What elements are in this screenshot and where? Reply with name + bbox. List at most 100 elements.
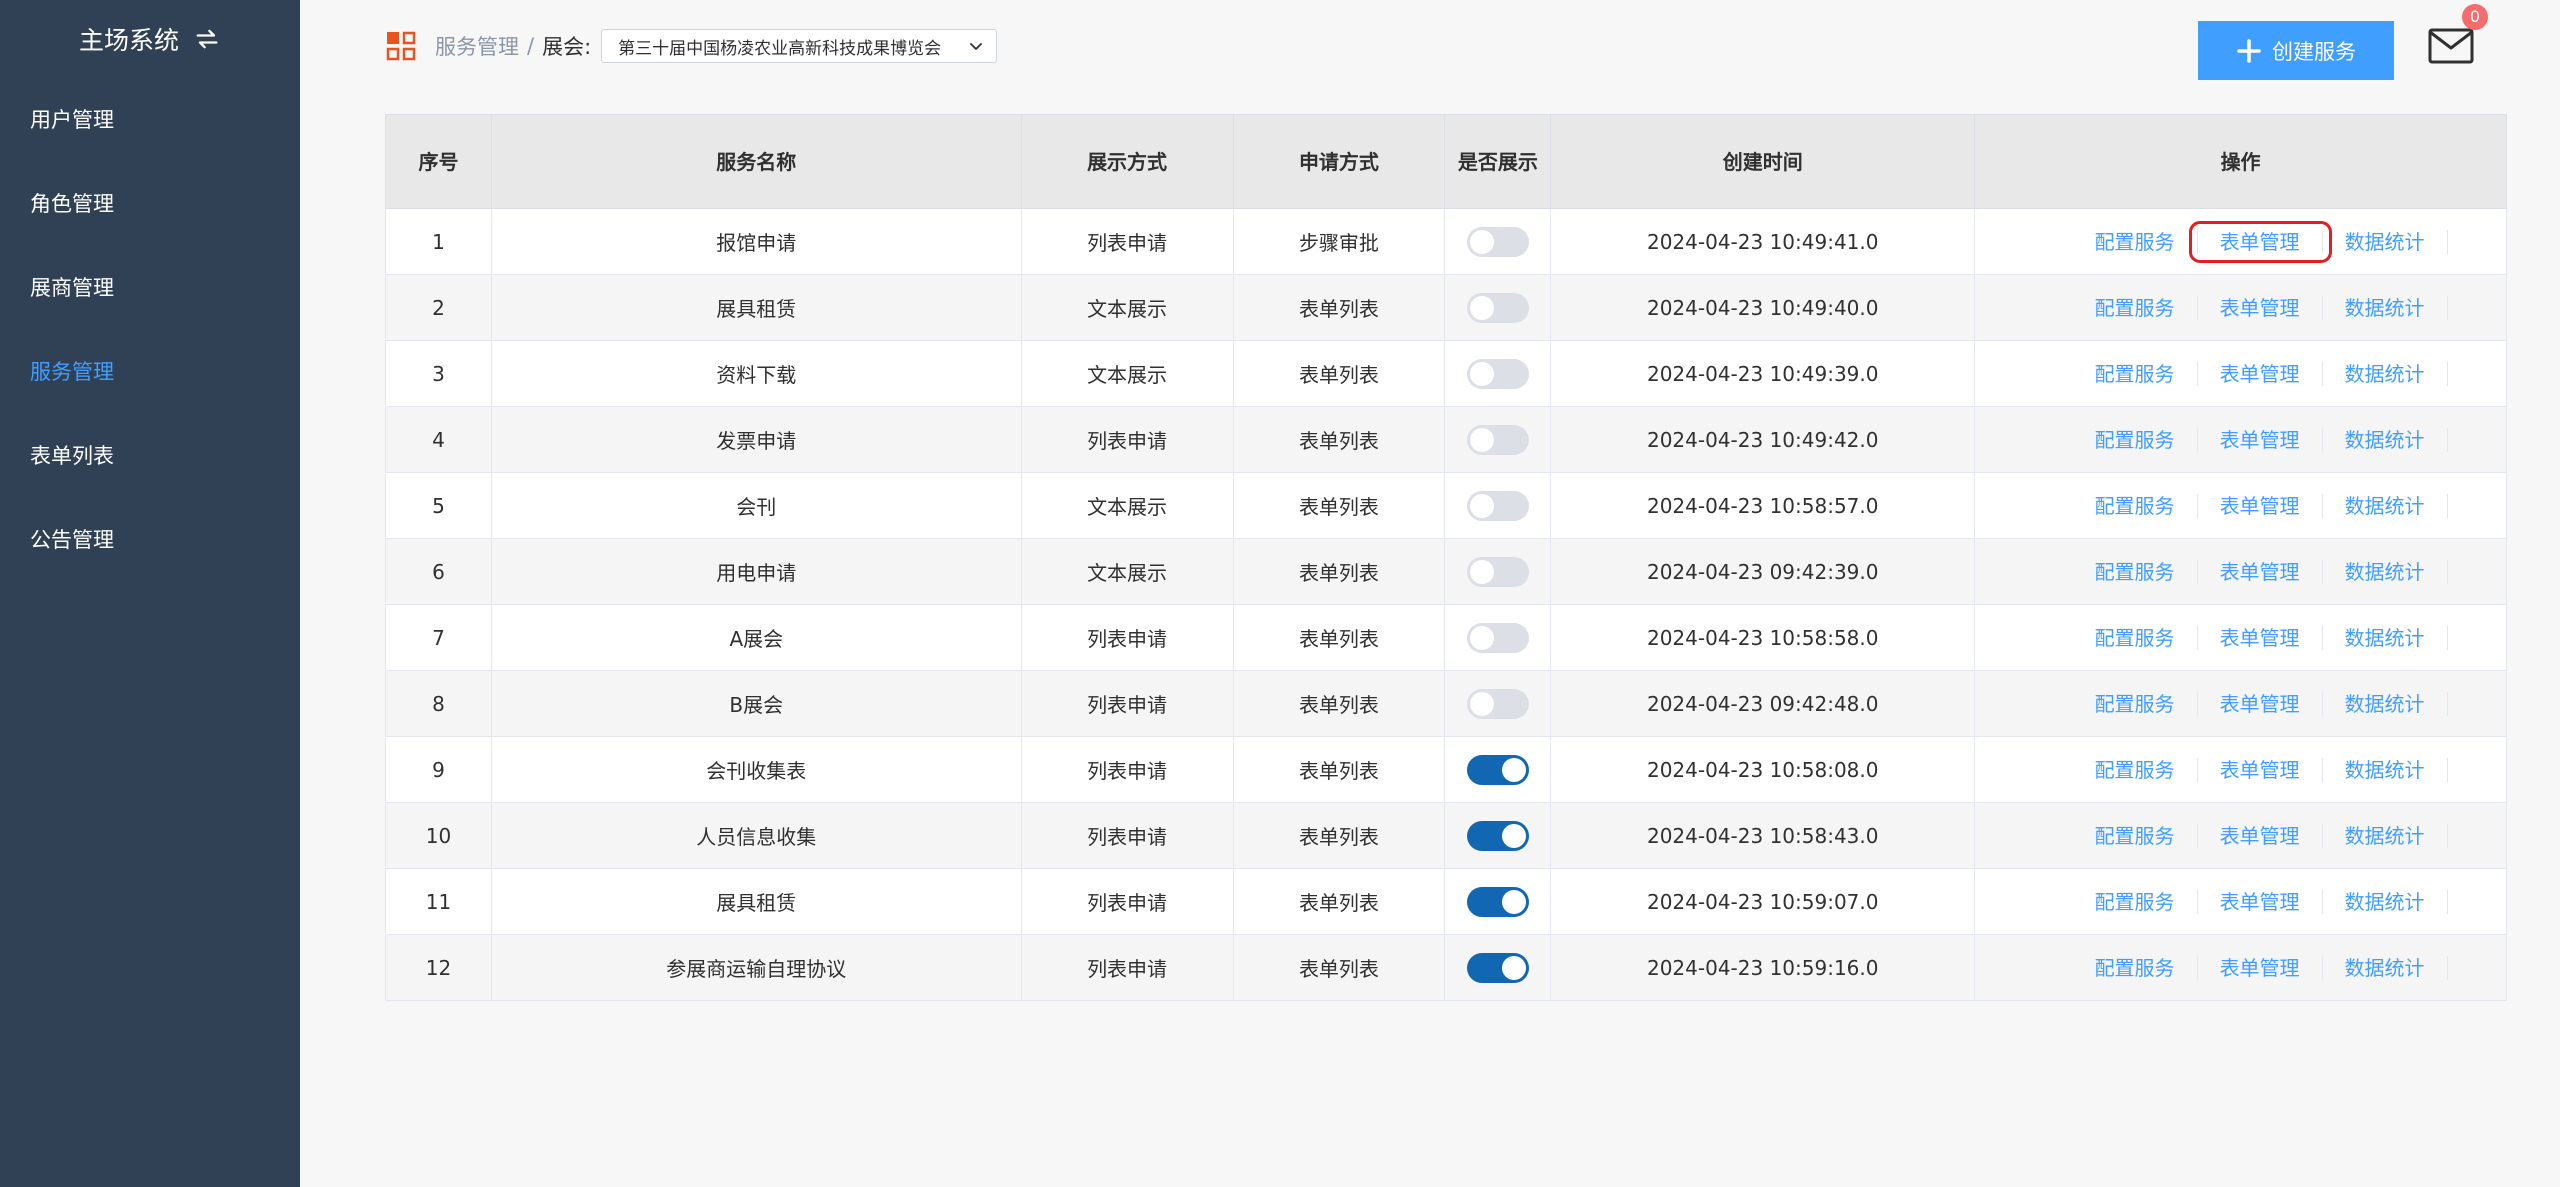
form-management-link[interactable]: 表单管理 [2198, 295, 2323, 320]
cell-index: 12 [385, 934, 492, 1001]
cell-actions: 配置服务 表单管理 数据统计 [1974, 604, 2507, 671]
toggle-knob [1501, 757, 1526, 782]
show-toggle[interactable] [1466, 622, 1529, 653]
configure-service-link[interactable]: 配置服务 [2073, 889, 2198, 914]
sidebar-item-forms[interactable]: 表单列表 [0, 414, 300, 498]
data-statistics-link[interactable]: 数据统计 [2323, 757, 2448, 782]
cell-display: 文本展示 [1020, 340, 1234, 407]
cell-created: 2024-04-23 09:42:48.0 [1550, 670, 1976, 737]
cell-created: 2024-04-23 10:58:43.0 [1550, 802, 1976, 869]
breadcrumb-link[interactable]: 服务管理 [435, 31, 519, 61]
show-toggle[interactable] [1466, 490, 1529, 521]
show-toggle[interactable] [1466, 754, 1529, 785]
form-management-link[interactable]: 表单管理 [2188, 220, 2332, 263]
data-statistics-link[interactable]: 数据统计 [2323, 229, 2448, 254]
cell-created: 2024-04-23 09:42:39.0 [1550, 538, 1976, 605]
form-management-link[interactable]: 表单管理 [2198, 823, 2323, 848]
cell-actions: 配置服务 表单管理 数据统计 [1974, 406, 2507, 473]
cell-actions: 配置服务 表单管理 数据统计 [1974, 472, 2507, 539]
table-body: 1 报馆申请 列表申请 步骤审批 2024-04-23 10:49:41.0 配… [385, 208, 2507, 1001]
table-header-row: 序号 服务名称 展示方式 申请方式 是否展示 创建时间 操作 [385, 114, 2507, 209]
cell-index: 7 [385, 604, 492, 671]
show-toggle[interactable] [1466, 292, 1529, 323]
form-management-link[interactable]: 表单管理 [2198, 559, 2323, 584]
expo-select[interactable]: 第三十届中国杨凌农业高新科技成果博览会 [601, 29, 998, 63]
table-row: 7 A展会 列表申请 表单列表 2024-04-23 10:58:58.0 配置… [385, 604, 2507, 671]
cell-apply: 步骤审批 [1232, 208, 1446, 275]
data-statistics-link[interactable]: 数据统计 [2323, 295, 2448, 320]
form-management-link[interactable]: 表单管理 [2198, 427, 2323, 452]
cell-apply: 表单列表 [1232, 736, 1446, 803]
plus-icon [2237, 38, 2261, 63]
table-row: 6 用电申请 文本展示 表单列表 2024-04-23 09:42:39.0 配… [385, 538, 2507, 605]
form-management-link[interactable]: 表单管理 [2198, 889, 2323, 914]
form-management-link[interactable]: 表单管理 [2198, 691, 2323, 716]
form-management-link[interactable]: 表单管理 [2198, 493, 2323, 518]
data-statistics-link[interactable]: 数据统计 [2323, 427, 2448, 452]
mail-count-badge: 0 [2462, 4, 2488, 30]
cell-apply: 表单列表 [1232, 868, 1446, 935]
cell-shown [1444, 208, 1552, 275]
data-statistics-link[interactable]: 数据统计 [2323, 361, 2448, 386]
configure-service-link[interactable]: 配置服务 [2073, 559, 2198, 584]
data-statistics-link[interactable]: 数据统计 [2323, 625, 2448, 650]
show-toggle[interactable] [1466, 226, 1529, 257]
cell-shown [1444, 736, 1552, 803]
form-management-link[interactable]: 表单管理 [2198, 625, 2323, 650]
sidebar-item-users[interactable]: 用户管理 [0, 78, 300, 162]
configure-service-link[interactable]: 配置服务 [2073, 493, 2198, 518]
form-management-link[interactable]: 表单管理 [2198, 757, 2323, 782]
cell-shown [1444, 274, 1552, 341]
show-toggle[interactable] [1466, 688, 1529, 719]
cell-index: 9 [385, 736, 492, 803]
data-statistics-link[interactable]: 数据统计 [2323, 691, 2448, 716]
sidebar-item-exhibitors[interactable]: 展商管理 [0, 246, 300, 330]
show-toggle[interactable] [1466, 556, 1529, 587]
show-toggle[interactable] [1466, 424, 1529, 455]
cell-apply: 表单列表 [1232, 802, 1446, 869]
sidebar-brand[interactable]: 主场系统 [0, 0, 300, 78]
sidebar-item-roles[interactable]: 角色管理 [0, 162, 300, 246]
configure-service-link[interactable]: 配置服务 [2073, 229, 2198, 254]
configure-service-link[interactable]: 配置服务 [2073, 625, 2198, 650]
toggle-knob [1469, 229, 1494, 254]
configure-service-link[interactable]: 配置服务 [2073, 757, 2198, 782]
configure-service-link[interactable]: 配置服务 [2073, 955, 2198, 980]
data-statistics-link[interactable]: 数据统计 [2323, 823, 2448, 848]
sidebar-item-services[interactable]: 服务管理 [0, 330, 300, 414]
column-header-index: 序号 [385, 114, 492, 209]
form-management-link[interactable]: 表单管理 [2198, 955, 2323, 980]
show-toggle[interactable] [1466, 358, 1529, 389]
cell-apply: 表单列表 [1232, 406, 1446, 473]
main-content: 服务管理 / 展会: 第三十届中国杨凌农业高新科技成果博览会 创建服务 0 序号… [300, 0, 2560, 1187]
form-management-link[interactable]: 表单管理 [2198, 361, 2323, 386]
configure-service-link[interactable]: 配置服务 [2073, 361, 2198, 386]
mail-button[interactable] [2428, 26, 2478, 70]
configure-service-link[interactable]: 配置服务 [2073, 427, 2198, 452]
table-row: 5 会刊 文本展示 表单列表 2024-04-23 10:58:57.0 配置服… [385, 472, 2507, 539]
show-toggle[interactable] [1466, 952, 1529, 983]
cell-created: 2024-04-23 10:49:41.0 [1550, 208, 1976, 275]
data-statistics-link[interactable]: 数据统计 [2323, 955, 2448, 980]
configure-service-link[interactable]: 配置服务 [2073, 691, 2198, 716]
create-service-button[interactable]: 创建服务 [2198, 21, 2394, 80]
cell-apply: 表单列表 [1232, 670, 1446, 737]
switch-icon[interactable] [193, 25, 221, 53]
data-statistics-link[interactable]: 数据统计 [2323, 559, 2448, 584]
cell-created: 2024-04-23 10:59:16.0 [1550, 934, 1976, 1001]
breadcrumb-separator: / [527, 34, 535, 58]
cell-name: 会刊收集表 [490, 736, 1022, 803]
configure-service-link[interactable]: 配置服务 [2073, 823, 2198, 848]
grid-icon [386, 31, 416, 61]
toggle-knob [1469, 559, 1494, 584]
data-statistics-link[interactable]: 数据统计 [2323, 889, 2448, 914]
show-toggle[interactable] [1466, 886, 1529, 917]
cell-actions: 配置服务 表单管理 数据统计 [1974, 670, 2507, 737]
cell-apply: 表单列表 [1232, 274, 1446, 341]
sidebar-item-announcements[interactable]: 公告管理 [0, 498, 300, 582]
cell-display: 列表申请 [1020, 604, 1234, 671]
show-toggle[interactable] [1466, 820, 1529, 851]
configure-service-link[interactable]: 配置服务 [2073, 295, 2198, 320]
chevron-down-icon [970, 43, 983, 50]
data-statistics-link[interactable]: 数据统计 [2323, 493, 2448, 518]
